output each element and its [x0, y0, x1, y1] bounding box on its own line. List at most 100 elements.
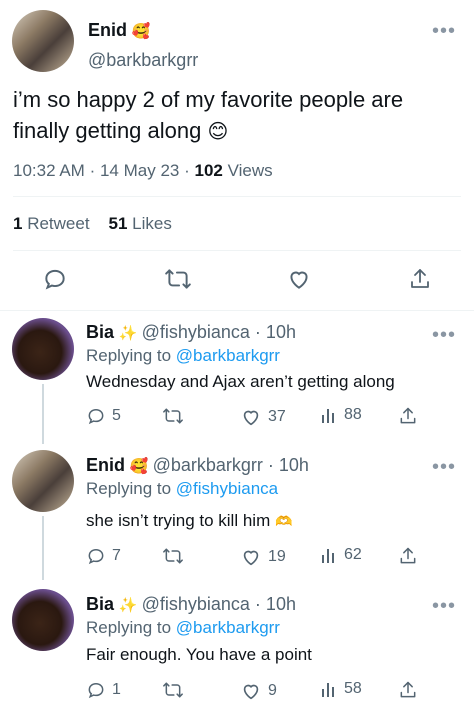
reply-icon: [88, 682, 104, 699]
avatar[interactable]: [12, 589, 74, 651]
replying-prefix: Replying to: [86, 346, 172, 365]
view-count-value: 88: [344, 406, 362, 423]
tweet-text: i’m so happy 2 of my favorite people are…: [13, 84, 463, 148]
author-name-row[interactable]: Enid 🥰: [88, 20, 150, 41]
tweet-text-line-2: finally getting along: [13, 118, 202, 143]
reply-handle-time[interactable]: @fishybianca · 10h: [142, 322, 296, 342]
share-icon[interactable]: [398, 546, 418, 566]
replying-prefix: Replying to: [86, 618, 172, 637]
like-icon[interactable]: [286, 266, 312, 292]
reply-icon: [88, 408, 104, 425]
likes-stat[interactable]: 51 Likes: [108, 214, 171, 233]
like-icon: [243, 410, 259, 426]
retweets-label: Retweet: [27, 214, 90, 233]
avatar[interactable]: [12, 10, 74, 72]
reply-count[interactable]: 5: [86, 406, 121, 426]
retweet-icon: [163, 548, 183, 564]
retweet-icon: [163, 408, 183, 424]
reply-handle-time[interactable]: @fishybianca · 10h: [142, 594, 296, 614]
retweets-stat[interactable]: 1 Retweet: [13, 214, 94, 233]
reply-header: Bia ✨ @fishybianca · 10h: [86, 322, 296, 343]
views-icon: [322, 549, 334, 563]
blush-emoji: 🥰: [131, 23, 151, 40]
view-count[interactable]: 88: [320, 406, 362, 424]
view-count-value: 58: [344, 680, 362, 697]
more-options-icon[interactable]: •••: [432, 21, 456, 41]
smile-emoji: 😊: [207, 121, 229, 143]
retweet-count[interactable]: [162, 546, 190, 566]
share-icon[interactable]: [398, 680, 418, 700]
like-count-value: 9: [268, 682, 277, 699]
replying-to: Replying to @barkbarkgrr: [86, 346, 280, 366]
more-options-icon[interactable]: •••: [432, 325, 456, 345]
retweet-count[interactable]: [162, 406, 190, 426]
avatar[interactable]: [12, 450, 74, 512]
reply-icon: [88, 548, 104, 565]
blush-emoji: 🥰: [129, 458, 149, 475]
thread-line: [42, 516, 44, 580]
divider: [0, 310, 474, 311]
like-count-value: 19: [268, 548, 286, 565]
replying-handle-link[interactable]: @barkbarkgrr: [176, 618, 280, 637]
tweet-meta: 10:32 AM · 14 May 23 · 102 Views: [13, 161, 273, 181]
tweet-text-line-1: i’m so happy 2 of my favorite people are: [13, 87, 404, 112]
reply-author-name[interactable]: Bia: [86, 594, 114, 614]
share-icon[interactable]: [398, 406, 418, 426]
reply-count-value: 5: [112, 407, 121, 424]
replying-to: Replying to @barkbarkgrr: [86, 618, 280, 638]
engagement-stats: 1 Retweet 51 Likes: [13, 214, 172, 234]
view-count[interactable]: 58: [320, 680, 362, 698]
like-count[interactable]: 19: [240, 546, 286, 568]
reply-text: Wednesday and Ajax aren’t getting along: [86, 372, 395, 391]
more-options-icon[interactable]: •••: [432, 596, 456, 616]
tweet-time[interactable]: 10:32 AM: [13, 161, 85, 180]
reply-header: Bia ✨ @fishybianca · 10h: [86, 594, 296, 615]
like-icon: [243, 684, 259, 700]
likes-label: Likes: [132, 214, 172, 233]
views-icon: [322, 683, 334, 697]
reply-author-name[interactable]: Enid: [86, 455, 125, 475]
reply-author-name[interactable]: Bia: [86, 322, 114, 342]
tweet-date[interactable]: 14 May 23: [100, 161, 179, 180]
retweet-count[interactable]: [162, 680, 190, 700]
view-count-value: 62: [344, 546, 362, 563]
retweet-icon: [163, 682, 183, 698]
heart-hands-emoji: 🫶: [274, 513, 293, 529]
reply-count[interactable]: 7: [86, 546, 121, 566]
reply-handle-time[interactable]: @barkbarkgrr · 10h: [153, 455, 309, 475]
views-icon: [322, 409, 334, 423]
like-icon: [243, 550, 259, 566]
separator: ·: [89, 161, 96, 180]
retweets-count: 1: [13, 214, 23, 233]
sparkles-emoji: ✨: [118, 325, 138, 342]
reply-text: Fair enough. You have a point: [86, 645, 312, 664]
more-options-icon[interactable]: •••: [432, 457, 456, 477]
reply-count-value: 1: [112, 681, 121, 698]
reply-text: she isn’t trying to kill him: [86, 511, 271, 530]
divider: [13, 250, 461, 251]
share-icon[interactable]: [408, 266, 432, 292]
like-count[interactable]: 9: [240, 680, 277, 702]
replying-prefix: Replying to: [86, 479, 172, 498]
reply-icon[interactable]: [42, 266, 68, 292]
avatar[interactable]: [12, 318, 74, 380]
like-count-value: 37: [268, 408, 286, 425]
replying-to: Replying to @fishybianca: [86, 479, 278, 499]
reply-count-value: 7: [112, 547, 121, 564]
views-label: Views: [227, 161, 273, 180]
retweet-icon[interactable]: [164, 266, 192, 292]
likes-count: 51: [108, 214, 128, 233]
reply-text-row: she isn’t trying to kill him 🫶: [86, 511, 292, 531]
reply-header: Enid 🥰 @barkbarkgrr · 10h: [86, 455, 309, 476]
divider: [13, 196, 461, 197]
author-name[interactable]: Enid: [88, 20, 127, 40]
views-count: 102: [194, 161, 223, 180]
thread-line: [42, 384, 44, 444]
separator: ·: [184, 161, 190, 180]
replying-handle-link[interactable]: @barkbarkgrr: [176, 346, 280, 365]
replying-handle-link[interactable]: @fishybianca: [176, 479, 278, 498]
author-handle[interactable]: @barkbarkgrr: [88, 50, 198, 71]
reply-count[interactable]: 1: [86, 680, 121, 700]
view-count[interactable]: 62: [320, 546, 362, 564]
like-count[interactable]: 37: [240, 406, 286, 428]
